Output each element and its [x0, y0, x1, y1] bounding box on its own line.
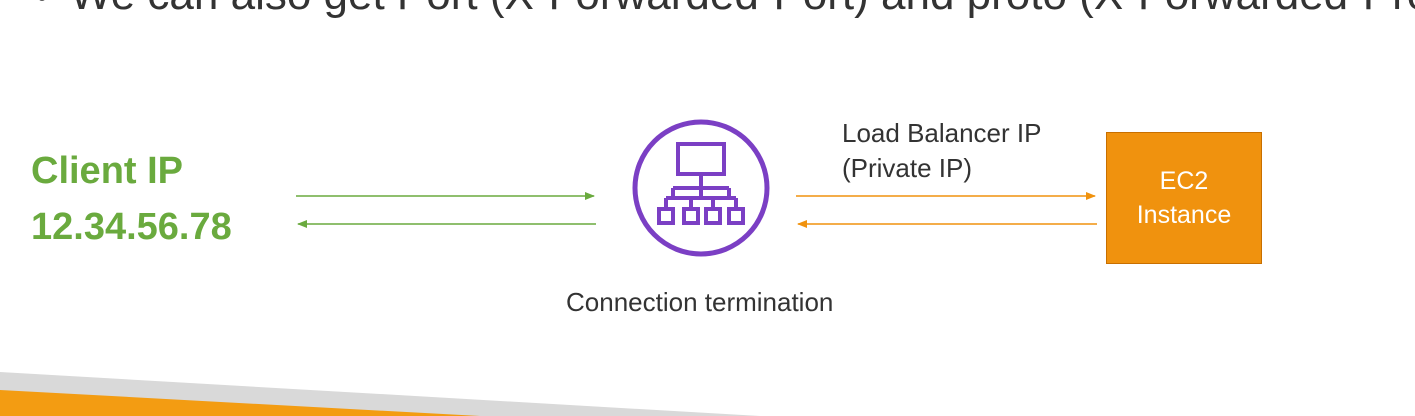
slide: We can also get Port (X-Forwarded-Port) …: [0, 0, 1415, 416]
ec2-instance-box: EC2 Instance: [1106, 132, 1262, 264]
application-load-balancer-icon: [632, 119, 770, 257]
connection-termination-caption: Connection termination: [566, 287, 834, 317]
ec2-line1: EC2: [1159, 167, 1209, 195]
load-balancer-ip-line2: (Private IP): [842, 153, 973, 183]
ec2-line2: Instance: [1136, 201, 1232, 229]
load-balancer-ip-line1: Load Balancer IP: [842, 118, 1042, 148]
load-balancer-ip-label: Load Balancer IP (Private IP): [842, 116, 1041, 186]
